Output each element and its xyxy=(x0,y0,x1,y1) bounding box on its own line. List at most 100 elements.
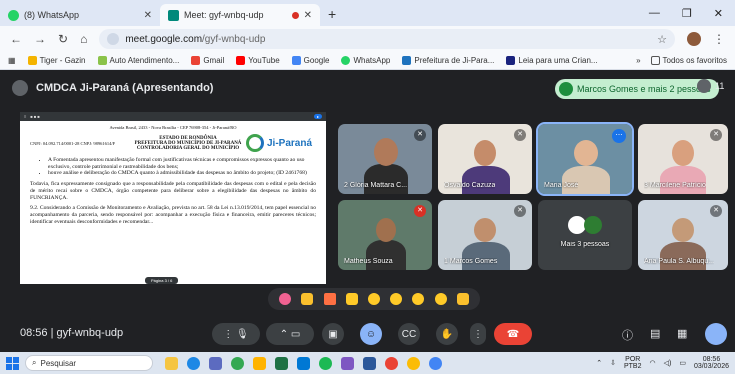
taskbar-clock[interactable]: 08:56 03/03/2026 xyxy=(694,356,729,371)
excel-icon[interactable] xyxy=(275,356,288,370)
all-favorites-button[interactable]: Todos os favoritos xyxy=(650,56,727,65)
speaking-pill[interactable]: Marcos Gomes e mais 2 pessoas xyxy=(555,79,719,99)
profile-avatar[interactable] xyxy=(687,32,701,46)
activities-icon[interactable]: ▦ xyxy=(677,327,687,340)
person-figure xyxy=(562,166,610,194)
thinking-icon[interactable] xyxy=(434,293,447,305)
participant-tile[interactable]: ✕ Matheus Souza xyxy=(338,200,432,270)
pdf-share-button[interactable]: ▸ xyxy=(313,114,322,119)
bookmark-item[interactable]: Leia para uma Crian... xyxy=(506,56,598,65)
bookmark-star-icon[interactable]: ☆ xyxy=(657,33,667,46)
file-explorer-icon[interactable] xyxy=(165,356,178,370)
chrome-icon[interactable] xyxy=(407,356,420,370)
info-icon[interactable]: ⓘ xyxy=(622,327,633,343)
crying-icon[interactable] xyxy=(412,293,425,305)
tab-strip: (8) WhatsApp ✕ Meet: gyf-wnbq-udp ✕ + — … xyxy=(0,0,735,26)
close-icon[interactable]: ✕ xyxy=(304,10,312,21)
apps-grid-icon[interactable]: ▦ xyxy=(8,56,16,65)
close-window-icon[interactable]: ✕ xyxy=(714,7,723,20)
emoji-button[interactable]: ☺ xyxy=(360,323,382,345)
forward-icon[interactable]: → xyxy=(34,32,46,46)
minimize-icon[interactable]: — xyxy=(649,7,660,20)
avatar xyxy=(584,216,602,234)
participant-tile[interactable]: ✕ 1 Marcos Gomes xyxy=(438,200,532,270)
site-info-icon[interactable] xyxy=(107,33,120,45)
bookmark-item[interactable]: Auto Atendimento... xyxy=(97,56,179,65)
close-icon[interactable]: ✕ xyxy=(144,10,152,21)
word-icon[interactable] xyxy=(363,356,376,370)
clapping-hands-icon[interactable] xyxy=(345,293,358,305)
spotify-icon[interactable] xyxy=(319,356,332,370)
folder-icon[interactable] xyxy=(253,356,266,370)
pdf-menu-icon[interactable]: ≡ xyxy=(24,114,26,119)
taskbar-search[interactable]: ⌕ Pesquisar xyxy=(25,355,153,371)
maximize-icon[interactable]: ❐ xyxy=(682,7,692,20)
pdf-pager[interactable]: Página 3 / 6 xyxy=(145,277,179,284)
camera-button[interactable]: ⌃ ▭ xyxy=(266,323,314,345)
store-icon[interactable] xyxy=(297,356,310,370)
prefeitura-logo: Ji-Paraná xyxy=(246,134,316,152)
shared-screen[interactable]: ≡ ■ ■ ■ ▸ Avenida Brasil, 2433 - Nova Br… xyxy=(20,112,326,284)
person-figure xyxy=(374,138,398,166)
more-participants-label: Mais 3 pessoas xyxy=(560,241,610,248)
host-controls-icon[interactable] xyxy=(705,323,727,345)
book-icon xyxy=(506,56,516,65)
home-icon[interactable]: ⌂ xyxy=(80,32,87,46)
microphone-button[interactable]: ⋮ 🎙 xyxy=(212,323,260,345)
bookmark-item[interactable]: WhatsApp xyxy=(341,56,390,65)
more-participants-tile[interactable]: Mais 3 pessoas xyxy=(538,200,632,270)
surprised-icon[interactable] xyxy=(390,293,403,305)
bookmark-item[interactable]: Gmail xyxy=(191,56,224,65)
new-tab-button[interactable]: + xyxy=(320,6,344,26)
chrome-icon[interactable] xyxy=(385,356,398,370)
bookmark-item[interactable]: YouTube xyxy=(236,56,280,65)
address-bar[interactable]: meet.google.com/gyf-wnbq-udp ☆ xyxy=(99,29,675,49)
start-icon[interactable] xyxy=(6,356,19,370)
participant-name: 3 Marcilene Patrício xyxy=(644,182,706,189)
more-bookmarks-button[interactable]: » xyxy=(636,56,640,65)
leave-call-button[interactable]: ☎ xyxy=(494,323,532,345)
wifi-icon[interactable]: ◠ xyxy=(650,359,656,367)
battery-icon[interactable]: ▭ xyxy=(679,359,686,367)
tab-meet[interactable]: Meet: gyf-wnbq-udp ✕ xyxy=(160,4,320,26)
more-options-icon[interactable]: ⋯ xyxy=(612,129,626,143)
tab-whatsapp[interactable]: (8) WhatsApp ✕ xyxy=(0,4,160,26)
person-figure xyxy=(462,242,510,270)
raise-hand-button[interactable]: ✋ xyxy=(436,323,458,345)
pdf-viewer-bar: ≡ ■ ■ ■ ▸ xyxy=(20,112,326,121)
taskbar-apps xyxy=(165,356,442,370)
meet-icon xyxy=(168,9,179,21)
present-button[interactable]: ▣ xyxy=(322,323,344,345)
back-icon[interactable]: ← xyxy=(10,32,22,46)
volume-icon[interactable]: ◁) xyxy=(664,359,672,367)
language-indicator[interactable]: POR PTB2 xyxy=(624,356,642,371)
tray-overflow-icon[interactable]: ⌃ xyxy=(596,359,602,367)
participant-tile[interactable]: ✕ Osvaldo Cazuza xyxy=(438,124,532,194)
bookmark-item[interactable]: Google xyxy=(291,56,329,65)
participant-tile[interactable]: ✕ 3 Marcilene Patrício xyxy=(638,124,728,194)
thumbs-up-icon[interactable] xyxy=(301,293,314,305)
google-icon xyxy=(191,56,201,65)
joy-icon[interactable] xyxy=(367,293,380,305)
chat-icon[interactable]: ▤ xyxy=(650,327,660,340)
participant-tile[interactable]: ✕ Ana Paula S. Albuqu... xyxy=(638,200,728,270)
chrome-icon[interactable] xyxy=(429,356,442,370)
captions-button[interactable]: CC xyxy=(398,323,420,345)
bookmark-item[interactable]: Tiger - Gazin xyxy=(27,56,86,65)
sparkling-heart-icon[interactable] xyxy=(279,293,292,305)
chrome-icon[interactable] xyxy=(231,356,244,370)
edge-icon[interactable] xyxy=(187,356,200,370)
participant-tile[interactable]: ✕ 2 Glória Mattara C... xyxy=(338,124,432,194)
reload-icon[interactable]: ↻ xyxy=(58,32,68,46)
participant-count[interactable]: 11 xyxy=(697,79,724,93)
thumbs-down-icon[interactable] xyxy=(456,293,469,305)
photos-icon[interactable] xyxy=(341,356,354,370)
person-figure xyxy=(474,140,496,166)
more-options-button[interactable]: ⋮ xyxy=(470,323,486,345)
menu-icon[interactable]: ⋮ xyxy=(713,32,725,46)
participant-tile[interactable]: ⋯ Maria José xyxy=(536,122,634,196)
person-figure xyxy=(672,140,694,166)
party-popper-icon[interactable] xyxy=(323,293,336,305)
bookmark-item[interactable]: Prefeitura de Ji-Para... xyxy=(402,56,494,65)
teams-icon[interactable] xyxy=(209,356,222,370)
